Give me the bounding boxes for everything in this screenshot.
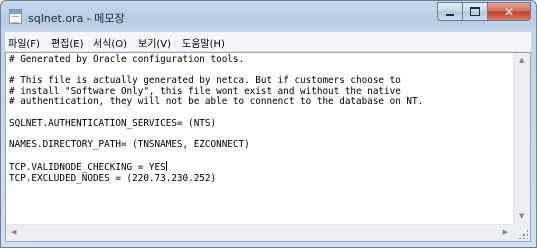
- menu-format[interactable]: 서식(O): [93, 35, 127, 50]
- maximize-icon: [470, 7, 480, 16]
- text-line: SQLNET.AUTHENTICATION_SERVICES= (NTS): [9, 117, 217, 129]
- scroll-left-arrow-icon[interactable]: ◀: [11, 229, 16, 236]
- menu-bar: 파일(F) 편집(E) 서식(O) 보기(V) 도움말(H): [5, 32, 531, 52]
- close-button[interactable]: ✕: [488, 2, 531, 21]
- menu-edit[interactable]: 편집(E): [51, 35, 84, 50]
- text-line: # install "Software Only", this file won…: [9, 85, 401, 97]
- minimize-button[interactable]: [437, 2, 463, 21]
- scroll-corner: [513, 224, 530, 241]
- text-line: # Generated by Oracle configuration tool…: [9, 54, 245, 65]
- text-line: TCP.VALIDNODE_CHECKING = YES: [9, 161, 166, 173]
- horizontal-scrollbar[interactable]: ◀ ▶: [6, 224, 513, 241]
- window-title: sqlnet.ora - 메모장: [28, 12, 125, 25]
- window-controls: ✕: [437, 2, 531, 22]
- editor: # Generated by Oracle configuration tool…: [5, 52, 531, 242]
- text-line: # authentication, they will not be able …: [9, 96, 424, 108]
- title-bar[interactable]: sqlnet.ora - 메모장 ✕: [1, 1, 536, 32]
- menu-file[interactable]: 파일(F): [8, 35, 40, 50]
- close-icon: ✕: [503, 4, 515, 19]
- menu-view[interactable]: 보기(V): [138, 35, 171, 50]
- text-caret: [165, 160, 167, 171]
- maximize-button[interactable]: [463, 2, 488, 21]
- text-line: NAMES.DIRECTORY_PATH= (TNSNAMES, EZCONNE…: [9, 138, 250, 150]
- notepad-icon[interactable]: [9, 9, 22, 24]
- menu-help[interactable]: 도움말(H): [182, 35, 225, 50]
- text-area[interactable]: # Generated by Oracle configuration tool…: [6, 53, 512, 226]
- vertical-scrollbar[interactable]: ▲ ▼: [513, 53, 530, 224]
- scroll-up-arrow-icon[interactable]: ▲: [519, 57, 524, 64]
- text-line: # This file is actually generated by net…: [9, 75, 401, 87]
- minimize-icon: [446, 13, 454, 16]
- scroll-down-arrow-icon[interactable]: ▼: [519, 213, 524, 220]
- resize-grip-icon[interactable]: [518, 229, 528, 239]
- notepad-window: sqlnet.ora - 메모장 ✕ 파일(F) 편집(E) 서식(O) 보기(…: [0, 0, 537, 248]
- text-line: TCP.EXCLUDED_NODES = (220.73.230.252): [9, 172, 217, 184]
- scroll-right-arrow-icon[interactable]: ▶: [503, 229, 508, 236]
